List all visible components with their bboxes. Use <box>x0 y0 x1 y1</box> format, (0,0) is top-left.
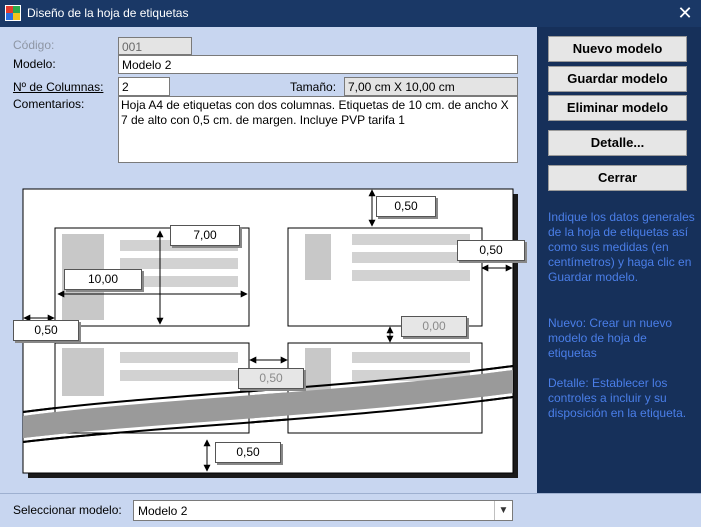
tamano-label: Tamaño: <box>290 80 337 94</box>
margin-left-value[interactable]: 0,50 <box>13 320 79 341</box>
app-grid-icon <box>5 5 21 21</box>
tamano-field: 7,00 cm X 10,00 cm <box>344 77 518 96</box>
vertical-gap-value[interactable]: 0,00 <box>401 316 467 337</box>
eliminar-modelo-button[interactable]: Eliminar modelo <box>548 95 687 121</box>
seleccionar-modelo-label: Seleccionar modelo: <box>13 503 122 517</box>
label-width-value[interactable]: 10,00 <box>64 269 142 290</box>
codigo-field: 001 <box>118 37 192 55</box>
modelo-input[interactable]: Modelo 2 <box>118 55 518 74</box>
columnas-input[interactable]: 2 <box>118 77 170 96</box>
close-icon[interactable]: ✕ <box>674 2 696 24</box>
columnas-label: Nº de Columnas: <box>13 80 103 94</box>
comentarios-textarea[interactable]: Hoja A4 de etiquetas con dos columnas. E… <box>118 96 518 163</box>
nuevo-modelo-button[interactable]: Nuevo modelo <box>548 36 687 62</box>
margin-top-value[interactable]: 0,50 <box>376 196 436 217</box>
seleccionar-modelo-select[interactable]: Modelo 2 ▼ <box>133 500 513 521</box>
help-nuevo: Nuevo: Crear un nuevo modelo de hoja de … <box>548 316 673 360</box>
window-title: Diseño de la hoja de etiquetas <box>27 6 189 20</box>
comentarios-label: Comentarios: <box>13 97 85 111</box>
horizontal-gap-value[interactable]: 0,50 <box>238 368 304 389</box>
margin-bottom-value[interactable]: 0,50 <box>215 442 281 463</box>
cerrar-button[interactable]: Cerrar <box>548 165 687 191</box>
margin-right-value[interactable]: 0,50 <box>457 240 525 261</box>
label-sheet-design-window: Diseño de la hoja de etiquetas ✕ Código:… <box>0 0 701 527</box>
guardar-modelo-button[interactable]: Guardar modelo <box>548 66 687 92</box>
help-general: Indique los datos generales de la hoja d… <box>548 210 695 284</box>
seleccionar-modelo-value: Modelo 2 <box>138 504 188 518</box>
help-detalle: Detalle: Establecer los controles a incl… <box>548 376 687 420</box>
chevron-down-icon[interactable]: ▼ <box>494 501 512 520</box>
codigo-label: Código: <box>13 38 55 52</box>
title-bar: Diseño de la hoja de etiquetas ✕ <box>0 0 701 27</box>
modelo-label: Modelo: <box>13 57 56 71</box>
detalle-button[interactable]: Detalle... <box>548 130 687 156</box>
label-height-value[interactable]: 7,00 <box>170 225 240 246</box>
columnas-label-text: Nº de Columnas: <box>13 80 104 94</box>
